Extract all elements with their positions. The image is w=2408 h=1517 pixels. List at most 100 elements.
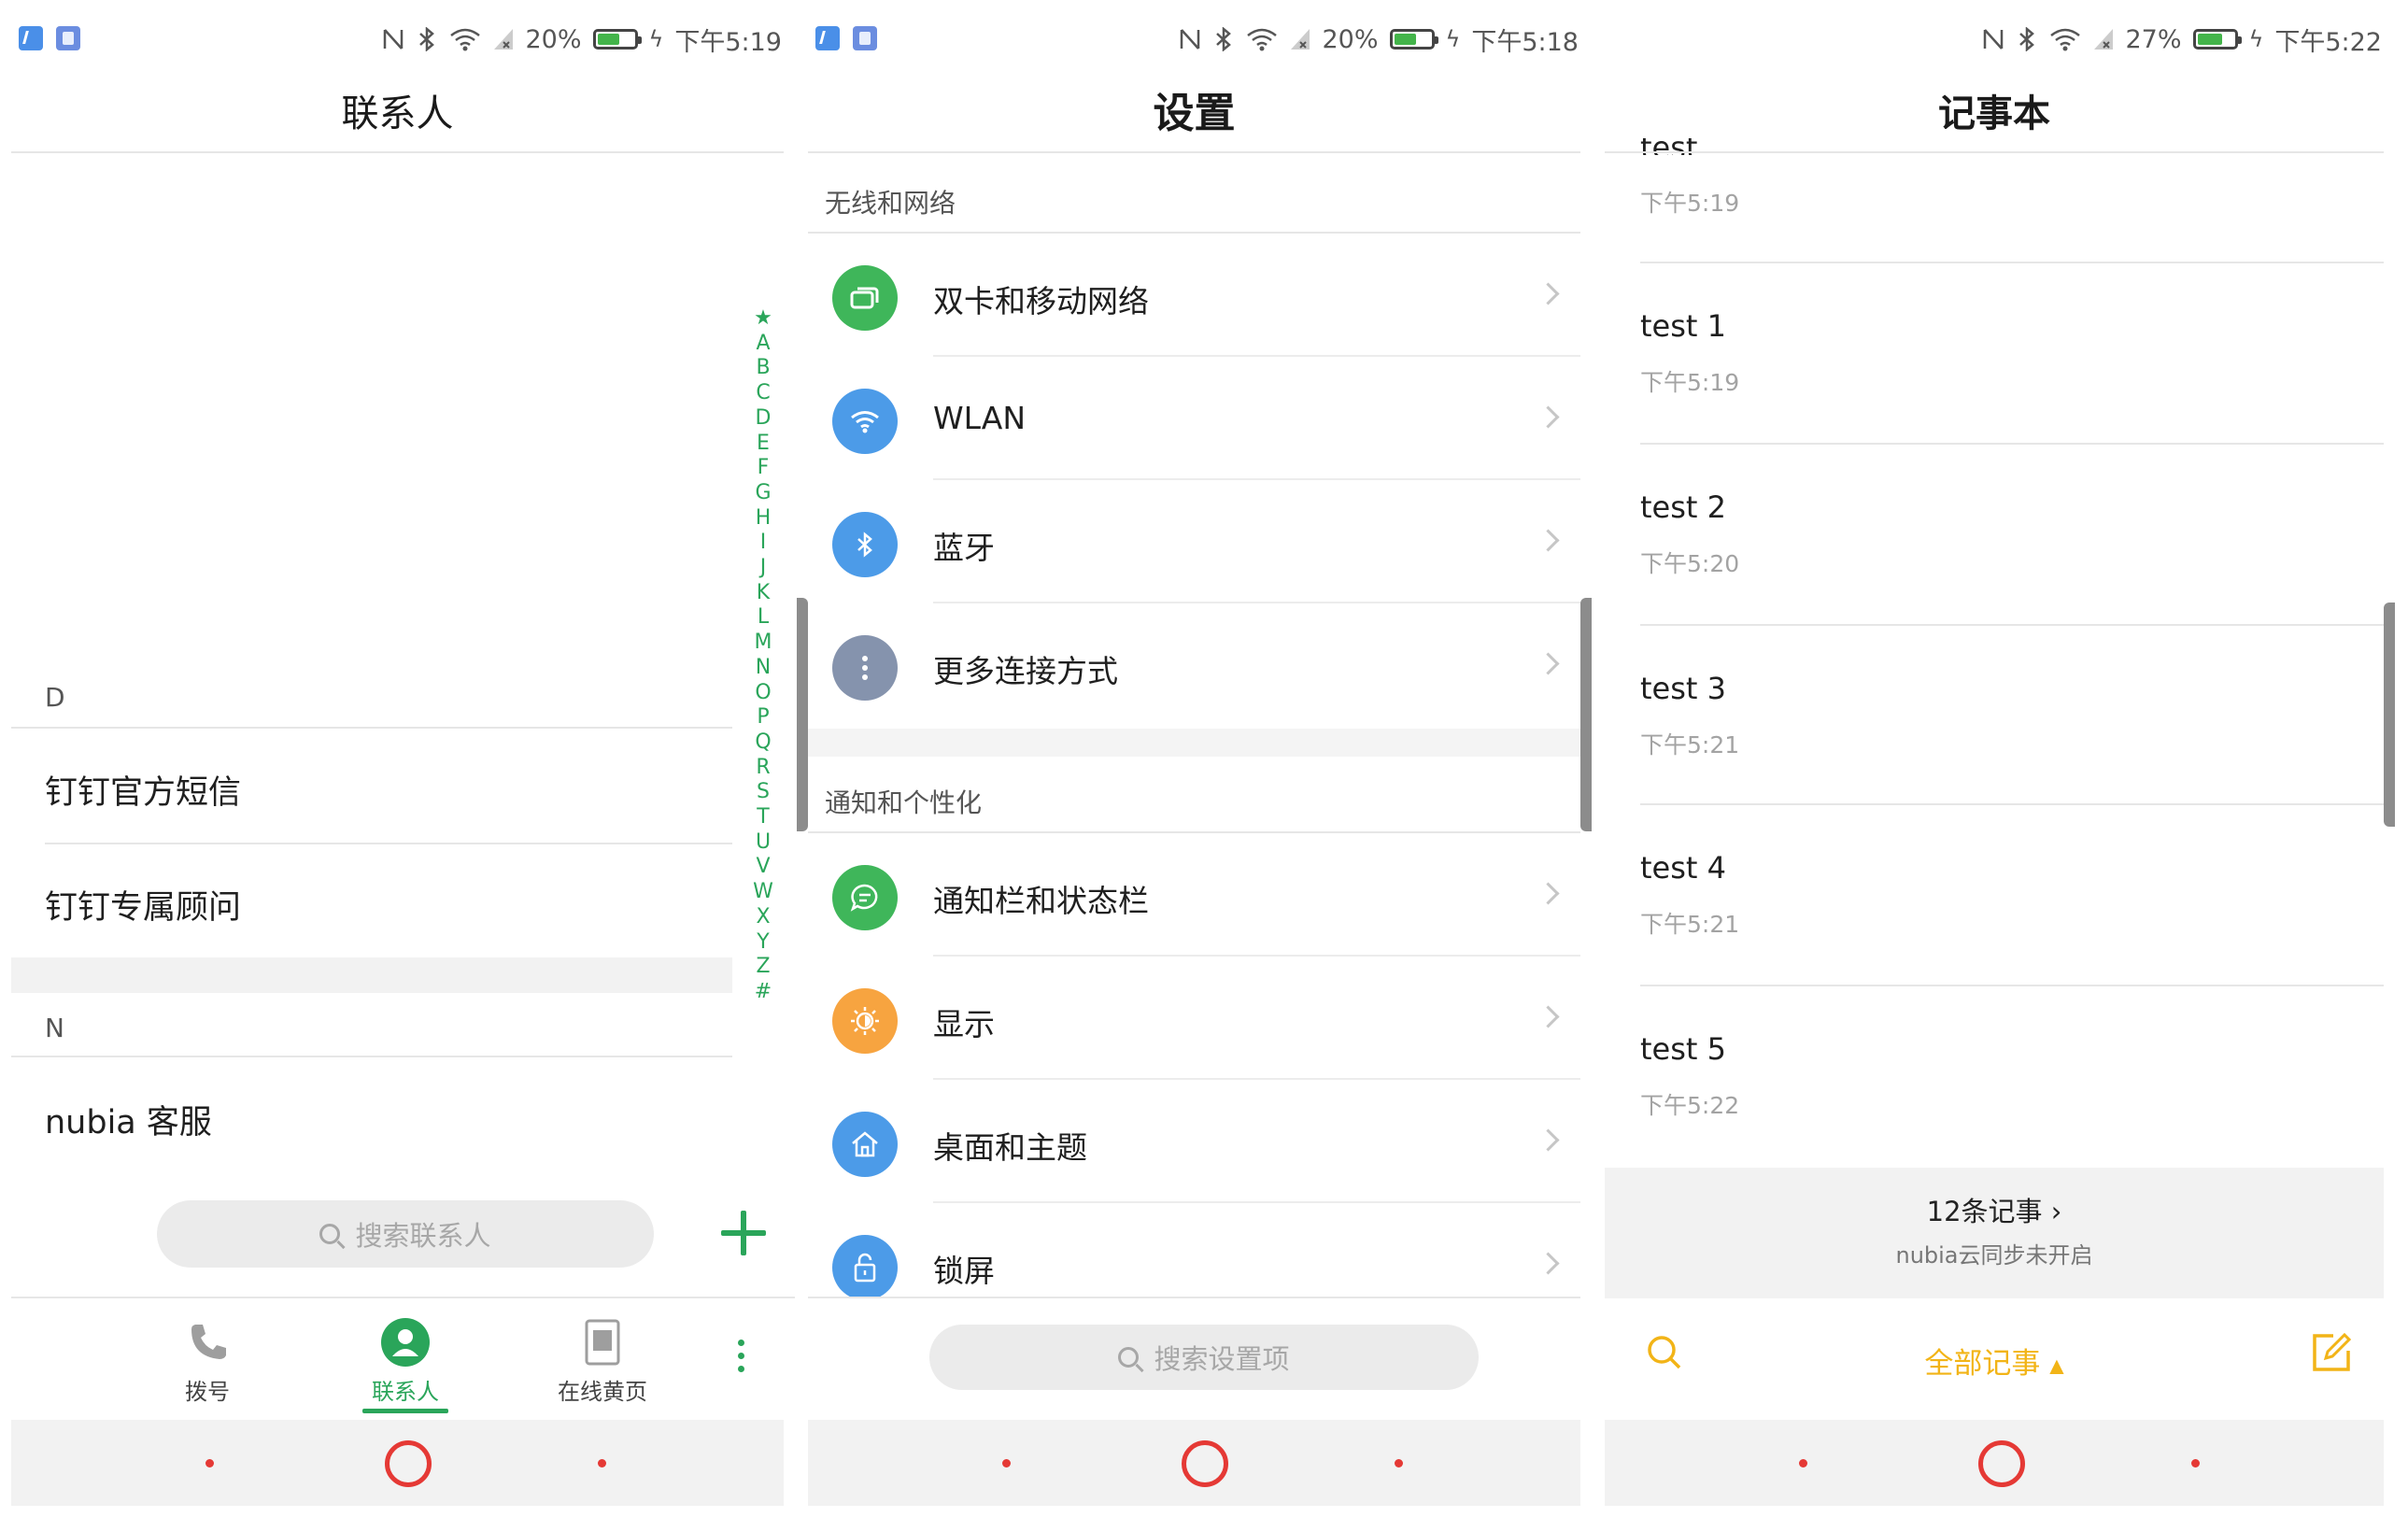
phone-icon <box>182 1317 233 1368</box>
scrollbar[interactable] <box>797 598 808 831</box>
scrollbar[interactable] <box>1580 598 1592 831</box>
settings-item-desktop-theme[interactable]: 桌面和主题 <box>797 1080 1592 1203</box>
settings-item-notification-bar[interactable]: 通知栏和状态栏 <box>797 833 1592 957</box>
note-item[interactable]: 下午5:19 <box>1640 185 2384 219</box>
contacts-screen: 20% ϟ 下午5:19 联系人 D 钉钉官方短信 钉钉专属顾问 N nubia… <box>0 0 795 1517</box>
note-time: 下午5:19 <box>1640 190 1740 217</box>
item-label: 双卡和移动网络 <box>933 283 1149 319</box>
battery-icon <box>2192 29 2242 50</box>
index-letter[interactable]: Q <box>752 730 774 756</box>
settings-item-more-connections[interactable]: 更多连接方式 <box>797 603 1592 727</box>
section-header-wireless: 无线和网络 <box>825 188 956 219</box>
back-button[interactable] <box>1002 1459 1011 1467</box>
index-letter[interactable]: S <box>752 780 774 805</box>
status-bar: 27% ϟ 下午5:22 <box>1594 0 2395 75</box>
index-letter[interactable]: J <box>752 556 774 581</box>
home-button[interactable] <box>1182 1440 1228 1487</box>
back-button[interactable] <box>1799 1459 1807 1467</box>
settings-item-bluetooth[interactable]: 蓝牙 <box>797 480 1592 603</box>
note-item[interactable]: test 1 下午5:19 <box>1640 308 2384 398</box>
more-options-icon[interactable] <box>738 1340 745 1377</box>
tab-yellow-pages[interactable]: 在线黄页 <box>537 1317 668 1406</box>
index-letter[interactable]: H <box>752 506 774 532</box>
note-title: test 4 <box>1640 850 1726 886</box>
filter-all-notes[interactable]: 全部记事 ▲ <box>1594 1340 2395 1382</box>
add-contact-button[interactable] <box>721 1211 766 1255</box>
clipboard-notification-icon <box>56 26 80 50</box>
index-letter[interactable]: ★ <box>752 306 774 332</box>
index-letter[interactable]: M <box>752 631 774 656</box>
scrollbar[interactable] <box>2384 603 2395 827</box>
divider <box>11 727 732 729</box>
index-letter[interactable]: V <box>752 855 774 880</box>
index-letter[interactable]: Z <box>752 955 774 980</box>
recents-button[interactable] <box>2191 1459 2200 1467</box>
divider <box>808 1297 1580 1298</box>
recents-button[interactable] <box>1395 1459 1403 1467</box>
chat-bubble-icon <box>832 865 898 930</box>
index-letter[interactable]: U <box>752 830 774 856</box>
settings-item-dual-sim[interactable]: 双卡和移动网络 <box>797 234 1592 357</box>
index-letter[interactable]: W <box>752 880 774 905</box>
note-time: 下午5:20 <box>1640 550 1740 577</box>
index-letter[interactable]: F <box>752 456 774 481</box>
new-note-button[interactable] <box>2311 1332 2352 1377</box>
notes-summary[interactable]: 12条记事 › nubia云同步未开启 <box>1605 1168 2384 1298</box>
index-letter[interactable]: B <box>752 356 774 381</box>
tab-dial[interactable]: 拨号 <box>142 1317 273 1406</box>
recents-button[interactable] <box>598 1459 606 1467</box>
wifi-icon <box>449 27 481 51</box>
contact-item[interactable]: 钉钉官方短信 <box>45 766 241 814</box>
home-button[interactable] <box>1978 1440 2025 1487</box>
index-letter[interactable]: G <box>752 481 774 506</box>
chevron-right-icon <box>1537 882 1560 905</box>
contact-item[interactable]: 钉钉专属顾问 <box>45 881 241 929</box>
index-letter[interactable]: # <box>752 980 774 1005</box>
divider <box>11 1056 732 1057</box>
index-letter[interactable]: T <box>752 805 774 830</box>
index-letter[interactable]: L <box>752 605 774 631</box>
index-letter[interactable]: P <box>752 705 774 730</box>
signal-no-service-icon <box>2092 27 2115 51</box>
index-letter[interactable]: N <box>752 656 774 681</box>
battery-percent: 20% <box>525 24 582 54</box>
bluetooth-icon <box>1212 26 1235 52</box>
note-item[interactable]: test 3 下午5:21 <box>1640 671 2384 760</box>
status-time: 下午5:18 <box>1471 27 1579 57</box>
index-letter[interactable]: O <box>752 681 774 706</box>
index-letter[interactable]: I <box>752 531 774 556</box>
settings-item-wlan[interactable]: WLAN <box>797 357 1592 480</box>
page-title: 联系人 <box>341 92 454 135</box>
back-button[interactable] <box>205 1459 214 1467</box>
index-letter[interactable]: D <box>752 406 774 432</box>
divider <box>11 1297 795 1298</box>
index-letter[interactable]: Y <box>752 930 774 956</box>
index-letter[interactable]: C <box>752 381 774 406</box>
chevron-right-icon <box>1537 1252 1560 1275</box>
wifi-icon <box>832 389 898 454</box>
notes-count: 12条记事 › <box>1926 1196 2062 1227</box>
tab-contacts[interactable]: 联系人 <box>340 1317 471 1406</box>
search-settings-input[interactable]: 搜索设置项 <box>929 1325 1479 1390</box>
contact-item[interactable]: nubia 客服 <box>45 1096 212 1143</box>
index-letter[interactable]: K <box>752 581 774 606</box>
note-item[interactable]: test 5 下午5:22 <box>1640 1031 2384 1121</box>
home-button[interactable] <box>385 1440 432 1487</box>
index-letter[interactable]: E <box>752 432 774 457</box>
index-letter[interactable]: R <box>752 756 774 781</box>
settings-item-display[interactable]: 显示 <box>797 957 1592 1080</box>
index-letter[interactable]: X <box>752 905 774 930</box>
alphabet-index[interactable]: ★ A B C D E F G H I J K L M N O P Q R S T U V W X Y Z # <box>752 306 774 1005</box>
index-letter[interactable]: A <box>752 332 774 357</box>
chevron-right-icon <box>1537 405 1560 429</box>
search-contacts-input[interactable]: 搜索联系人 <box>157 1200 654 1268</box>
tab-label: 联系人 <box>372 1379 439 1405</box>
tab-label: 拨号 <box>185 1379 230 1405</box>
note-item[interactable]: test 2 下午5:20 <box>1640 489 2384 579</box>
note-item[interactable]: test 4 下午5:21 <box>1640 850 2384 940</box>
tab-label: 在线黄页 <box>558 1379 647 1405</box>
note-time: 下午5:21 <box>1640 911 1740 938</box>
settings-screen: 20% ϟ 下午5:18 设置 无线和网络 双卡和移动网络 WLAN 蓝牙 更多… <box>797 0 1592 1517</box>
search-placeholder: 搜索设置项 <box>1154 1343 1290 1375</box>
clipboard-notification-icon <box>853 26 877 50</box>
